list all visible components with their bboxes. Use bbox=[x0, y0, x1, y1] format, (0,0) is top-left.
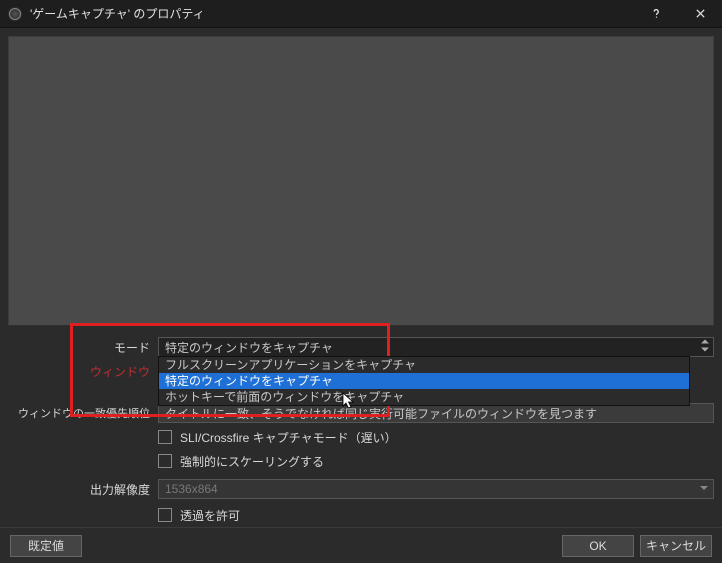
chevron-updown-icon bbox=[701, 340, 709, 355]
window-label: ウィンドウ bbox=[8, 363, 158, 380]
force-scale-checkbox[interactable] bbox=[158, 454, 172, 468]
mode-option[interactable]: フルスクリーンアプリケーションをキャプチャ bbox=[159, 357, 689, 373]
close-button[interactable] bbox=[678, 0, 722, 28]
transparent-checkbox-label: 透過を許可 bbox=[180, 507, 240, 524]
ok-button[interactable]: OK bbox=[562, 535, 634, 557]
mode-label: モード bbox=[8, 339, 158, 356]
sli-checkbox[interactable] bbox=[158, 430, 172, 444]
resolution-select-value: 1536x864 bbox=[165, 482, 218, 496]
window-title: 'ゲームキャプチャ' のプロパティ bbox=[30, 5, 634, 22]
mode-option[interactable]: ホットキーで前面のウィンドウをキャプチャ bbox=[159, 389, 689, 405]
mode-select[interactable]: 特定のウィンドウをキャプチャ bbox=[158, 337, 714, 357]
force-scale-checkbox-label: 強制的にスケーリングする bbox=[180, 453, 324, 470]
help-button[interactable] bbox=[634, 0, 678, 28]
mode-select-value: 特定のウィンドウをキャプチャ bbox=[165, 339, 333, 356]
resolution-select: 1536x864 bbox=[158, 479, 714, 499]
priority-label: ウィンドウの一致優先順位 bbox=[8, 405, 158, 421]
priority-select[interactable]: タイトルに一致、そうでなければ同じ実行可能ファイルのウィンドウを見つます bbox=[158, 403, 714, 423]
cancel-button[interactable]: キャンセル bbox=[640, 535, 712, 557]
priority-select-value: タイトルに一致、そうでなければ同じ実行可能ファイルのウィンドウを見つます bbox=[165, 405, 597, 422]
titlebar: 'ゲームキャプチャ' のプロパティ bbox=[0, 0, 722, 28]
app-icon bbox=[6, 5, 24, 23]
mode-dropdown[interactable]: フルスクリーンアプリケーションをキャプチャ 特定のウィンドウをキャプチャ ホット… bbox=[158, 356, 690, 406]
defaults-button[interactable]: 既定値 bbox=[10, 535, 82, 557]
transparent-checkbox[interactable] bbox=[158, 508, 172, 522]
footer: 既定値 OK キャンセル bbox=[0, 527, 722, 563]
preview-area bbox=[8, 36, 714, 326]
chevron-down-icon bbox=[699, 482, 709, 496]
sli-checkbox-label: SLI/Crossfire キャプチャモード（遅い） bbox=[180, 429, 397, 446]
resolution-label: 出力解像度 bbox=[8, 481, 158, 498]
mode-option[interactable]: 特定のウィンドウをキャプチャ bbox=[159, 373, 689, 389]
